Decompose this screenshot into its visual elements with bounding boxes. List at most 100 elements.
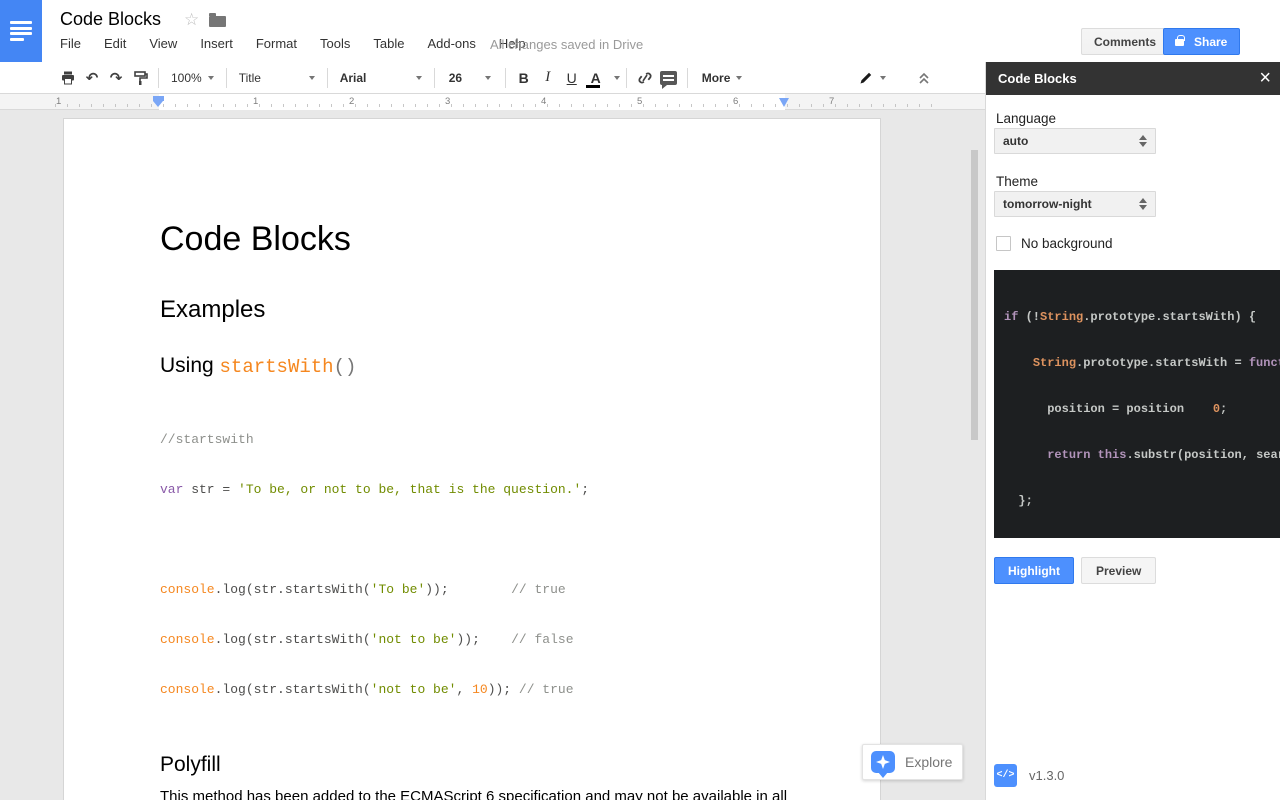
vertical-scrollbar[interactable] — [971, 150, 978, 440]
document-title[interactable]: Code Blocks — [60, 9, 161, 30]
code-badge-icon[interactable]: </> — [994, 764, 1017, 787]
ruler[interactable]: 1 1 2 3 4 5 6 7 — [0, 94, 985, 110]
toolbar-separator — [626, 68, 627, 88]
paragraph-style-select[interactable]: Title — [233, 66, 321, 90]
code-blocks-sidebar: Code Blocks × Language auto Theme tomorr… — [985, 62, 1280, 800]
chevron-down-icon — [880, 76, 886, 80]
paint-format-button[interactable] — [128, 66, 152, 90]
editing-mode-button[interactable] — [858, 66, 886, 90]
pencil-icon — [858, 70, 874, 86]
ruler-number: 2 — [349, 96, 354, 107]
comment-icon — [660, 71, 677, 85]
chevron-down-icon — [485, 76, 491, 80]
app-bar: Code Blocks ☆ File Edit View Insert Form… — [0, 0, 1280, 62]
code-line: String.prototype.startsWith = function(s… — [1004, 354, 1280, 372]
insert-comment-button[interactable] — [657, 66, 681, 90]
ruler-number: 6 — [733, 96, 738, 107]
language-value: auto — [1003, 134, 1028, 148]
theme-label: Theme — [996, 174, 1038, 189]
ruler-number: 1 — [253, 96, 258, 107]
code-line: }; — [1004, 492, 1280, 510]
ruler-number: 4 — [541, 96, 546, 107]
redo-icon: ↷ — [110, 69, 123, 87]
share-label: Share — [1194, 35, 1227, 49]
menu-addons[interactable]: Add-ons — [427, 36, 475, 51]
code-line — [160, 530, 788, 550]
insert-link-button[interactable] — [633, 66, 657, 90]
right-indent-marker[interactable] — [779, 98, 789, 107]
menu-view[interactable]: View — [149, 36, 177, 51]
explore-button[interactable]: Explore — [862, 744, 963, 780]
menu-insert[interactable]: Insert — [200, 36, 233, 51]
print-icon — [60, 70, 76, 86]
menu-file[interactable]: File — [60, 36, 81, 51]
italic-button[interactable]: I — [536, 66, 560, 90]
no-background-row: No background — [996, 236, 1113, 251]
spinner-arrows-icon — [1139, 135, 1147, 147]
menu-format[interactable]: Format — [256, 36, 297, 51]
language-label: Language — [996, 111, 1056, 126]
text-color-button[interactable]: A — [584, 66, 608, 90]
collapse-toolbar-button[interactable] — [912, 66, 936, 90]
theme-select[interactable]: tomorrow-night — [994, 191, 1156, 217]
font-size-select[interactable]: 26 — [441, 66, 499, 90]
ruler-ticks — [55, 104, 935, 107]
star-icon[interactable]: ☆ — [184, 10, 199, 30]
share-button[interactable]: Share — [1163, 28, 1240, 55]
toolbar-separator — [505, 68, 506, 88]
toolbar-separator — [434, 68, 435, 88]
code-preview-panel[interactable]: if (!String.prototype.startsWith) { Stri… — [994, 270, 1280, 538]
ruler-number: 1 — [56, 96, 61, 107]
underline-button[interactable]: U — [560, 66, 584, 90]
redo-button[interactable]: ↷ — [104, 66, 128, 90]
doc-heading-using-startswith[interactable]: Using startsWith() — [160, 353, 788, 380]
font-select[interactable]: Arial — [334, 66, 428, 90]
sidebar-header: Code Blocks × — [986, 62, 1280, 95]
menu-tools[interactable]: Tools — [320, 36, 350, 51]
doc-paragraph[interactable]: This method has been added to the ECMASc… — [160, 786, 788, 800]
font-size-value: 26 — [449, 71, 462, 85]
print-button[interactable] — [56, 66, 80, 90]
more-button[interactable]: More — [694, 66, 751, 90]
menu-table[interactable]: Table — [373, 36, 404, 51]
code-line: console.log(str.startsWith('not to be'))… — [160, 630, 788, 650]
toolbar: ↶ ↷ 100% Title Arial 26 B I U A More — [0, 62, 985, 94]
bold-button[interactable]: B — [512, 66, 536, 90]
toolbar-separator — [327, 68, 328, 88]
close-icon[interactable]: × — [1259, 62, 1271, 95]
zoom-select[interactable]: 100% — [165, 66, 220, 90]
spinner-arrows-icon — [1139, 198, 1147, 210]
ruler-number: 7 — [829, 96, 834, 107]
paint-format-icon — [132, 70, 148, 86]
menu-edit[interactable]: Edit — [104, 36, 126, 51]
chevron-down-icon[interactable] — [614, 76, 620, 80]
left-indent-marker[interactable] — [153, 96, 164, 101]
explore-icon — [871, 751, 895, 773]
docs-logo[interactable] — [0, 0, 42, 62]
theme-value: tomorrow-night — [1003, 197, 1092, 211]
document-page[interactable]: Code Blocks Examples Using startsWith() … — [63, 118, 881, 800]
code-line: console.log(str.startsWith('To be')); //… — [160, 580, 788, 600]
toolbar-separator — [687, 68, 688, 88]
doc-heading-examples[interactable]: Examples — [160, 295, 788, 325]
doc-heading-title[interactable]: Code Blocks — [160, 219, 788, 259]
undo-button[interactable]: ↶ — [80, 66, 104, 90]
version-row: </> v1.3.0 — [994, 764, 1064, 787]
code-line: position = position 0; — [1004, 400, 1280, 418]
comments-button[interactable]: Comments — [1081, 28, 1169, 55]
docs-logo-icon — [10, 21, 32, 41]
sidebar-title: Code Blocks — [998, 71, 1077, 86]
folder-icon[interactable] — [209, 16, 226, 27]
language-select[interactable]: auto — [994, 128, 1156, 154]
undo-icon: ↶ — [86, 69, 99, 87]
version-text: v1.3.0 — [1029, 768, 1064, 783]
preview-button[interactable]: Preview — [1081, 557, 1156, 584]
highlight-button[interactable]: Highlight — [994, 557, 1074, 584]
doc-heading-polyfill[interactable]: Polyfill — [160, 752, 788, 778]
chevron-down-icon — [736, 76, 742, 80]
ruler-number: 3 — [445, 96, 450, 107]
code-snippet-light[interactable]: //startswith var str = 'To be, or not to… — [160, 400, 788, 730]
no-background-checkbox[interactable] — [996, 236, 1011, 251]
ruler-number: 5 — [637, 96, 642, 107]
code-line: console.log(str.startsWith('not to be', … — [160, 680, 788, 700]
